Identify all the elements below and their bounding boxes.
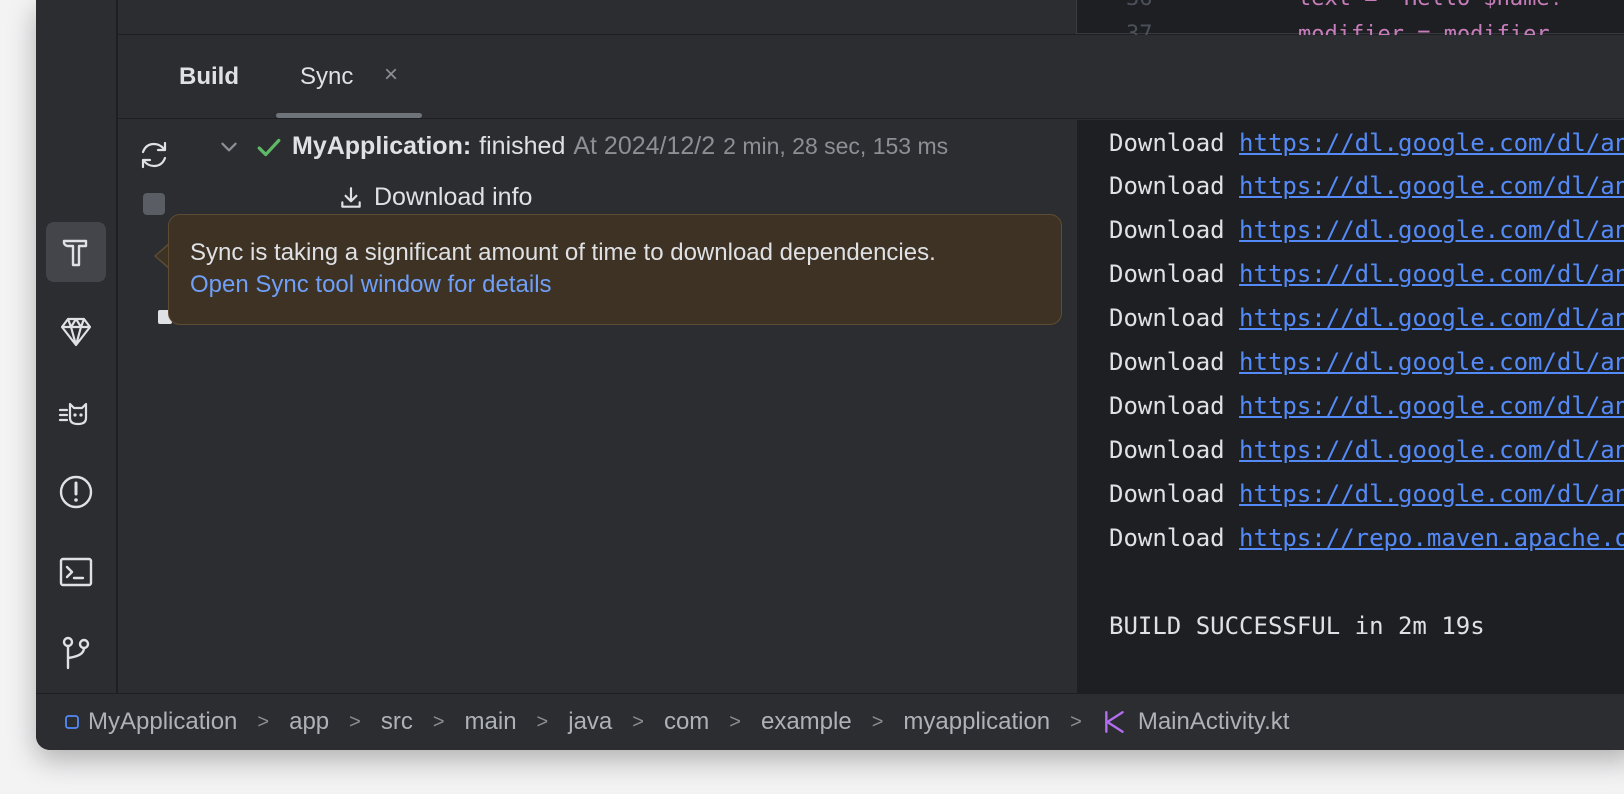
build-console-output[interactable]: Download https://dl.google.com/dl/androi… (1077, 120, 1624, 693)
breadcrumb-separator: > (432, 710, 445, 733)
kotlin-file-icon (1104, 711, 1124, 733)
breadcrumb-separator: > (871, 710, 884, 733)
editor-gutter-divider (1076, 0, 1077, 34)
breadcrumb-item[interactable]: main (465, 708, 517, 736)
build-result-line: BUILD SUCCESSFUL in 2m 19s (1109, 612, 1485, 640)
console-line: Download https://dl.google.com/dl/androi… (1109, 348, 1624, 376)
console-line: Download https://dl.google.com/dl/androi… (1109, 392, 1624, 420)
breadcrumb-item[interactable]: myapplication (903, 708, 1050, 736)
hammer-icon (62, 239, 88, 267)
console-line: Download https://dl.google.com/dl/androi… (1109, 172, 1624, 200)
breadcrumb: MyApplication > app > src > main > java … (36, 693, 1624, 750)
sync-status: finished (479, 132, 566, 160)
console-link[interactable]: https://dl.google.com/dl/android/maven2/ (1239, 348, 1624, 376)
console-link[interactable]: https://dl.google.com/dl/android/maven2/ (1239, 392, 1624, 420)
breadcrumb-item[interactable]: app (289, 708, 329, 736)
console-line: Download https://repo.maven.apache.org/m… (1109, 524, 1624, 552)
open-sync-window-link[interactable]: Open Sync tool window for details (190, 269, 1061, 301)
problems-tool-button[interactable] (46, 462, 106, 522)
breadcrumb-separator: > (729, 710, 741, 733)
console-link[interactable]: https://dl.google.com/dl/android/maven2/ (1239, 304, 1624, 332)
breadcrumb-item[interactable]: MyApplication (88, 708, 237, 736)
breadcrumb-separator: > (632, 710, 644, 733)
gem-icon (60, 317, 92, 347)
active-tab-indicator (276, 113, 422, 118)
console-link[interactable]: https://dl.google.com/dl/android/maven2/ (1239, 216, 1624, 244)
download-info-row[interactable]: Download info (338, 183, 532, 212)
breadcrumb-item[interactable]: example (761, 708, 852, 736)
breadcrumb-separator: > (1070, 710, 1082, 733)
gem-tool-button[interactable] (46, 302, 106, 362)
cat-icon (58, 402, 88, 426)
build-tool-window: Build Sync × MyApplication: finished At … (118, 35, 1624, 693)
console-link[interactable]: https://repo.maven.apache.org/maven2/ (1239, 524, 1624, 552)
stop-icon[interactable] (143, 193, 165, 215)
sync-slow-tooltip: Sync is taking a significant amount of t… (168, 214, 1062, 325)
code-line[interactable]: text = "Hello $name!" (1298, 0, 1576, 11)
breadcrumb-item[interactable]: java (568, 708, 612, 736)
tool-window-strip (36, 0, 117, 693)
breadcrumb-separator: > (257, 710, 270, 733)
console-link[interactable]: https://dl.google.com/dl/android/maven2/ (1239, 172, 1624, 200)
tab-sync-close-icon[interactable]: × (384, 61, 398, 89)
terminal-tool-button[interactable] (46, 542, 106, 602)
success-check-icon (257, 138, 281, 156)
sync-result-row[interactable]: MyApplication: finished At 2024/12/2 2 m… (218, 132, 948, 161)
breadcrumb-item[interactable]: src (381, 708, 413, 736)
breadcrumb-separator: > (349, 710, 361, 733)
problems-icon (59, 475, 93, 509)
build-tabs: Build Sync × (118, 35, 1624, 119)
chevron-down-icon[interactable] (218, 136, 240, 158)
terminal-icon (59, 557, 93, 587)
git-branch-icon (62, 636, 90, 670)
download-icon (341, 186, 361, 208)
tree-toolbar (118, 120, 192, 693)
breadcrumb-item-file[interactable]: MainActivity.kt (1138, 708, 1290, 736)
breadcrumb-item[interactable]: com (664, 708, 709, 736)
console-link[interactable]: https://dl.google.com/dl/android/maven2/ (1239, 129, 1624, 157)
console-line: Download https://dl.google.com/dl/androi… (1109, 129, 1624, 157)
console-link[interactable]: https://dl.google.com/dl/android/maven2/ (1239, 436, 1624, 464)
console-line: Download https://dl.google.com/dl/androi… (1109, 436, 1624, 464)
ide-window: 36 text = "Hello $name!" 37 modifier = m… (36, 0, 1624, 750)
editor-left-blank (118, 0, 1076, 34)
console-link[interactable]: https://dl.google.com/dl/android/maven2/ (1239, 260, 1624, 288)
console-line: Download https://dl.google.com/dl/androi… (1109, 480, 1624, 508)
line-number: 36 (1126, 0, 1153, 11)
console-line: Download https://dl.google.com/dl/androi… (1109, 260, 1624, 288)
console-line: Download https://dl.google.com/dl/androi… (1109, 216, 1624, 244)
tooltip-message: Sync is taking a significant amount of t… (190, 239, 936, 266)
resync-icon[interactable] (136, 137, 172, 173)
sync-tree-panel: MyApplication: finished At 2024/12/2 2 m… (118, 120, 1076, 693)
editor-fragment: 36 text = "Hello $name!" 37 modifier = m… (118, 0, 1624, 47)
tab-build[interactable]: Build (179, 63, 239, 91)
console-line: Download https://dl.google.com/dl/androi… (1109, 304, 1624, 332)
build-tool-button[interactable] (46, 222, 106, 282)
sync-duration: 2 min, 28 sec, 153 ms (723, 133, 949, 159)
sync-started-at: At 2024/12/2 (573, 132, 716, 160)
cat-tool-button[interactable] (46, 382, 106, 442)
module-icon (65, 715, 79, 729)
tab-sync[interactable]: Sync (300, 63, 353, 91)
download-info-label: Download info (374, 183, 533, 211)
git-tool-button[interactable] (46, 622, 106, 682)
project-name: MyApplication: (292, 132, 472, 160)
breadcrumb-separator: > (536, 710, 549, 733)
console-link[interactable]: https://dl.google.com/dl/android/maven2/ (1239, 480, 1624, 508)
